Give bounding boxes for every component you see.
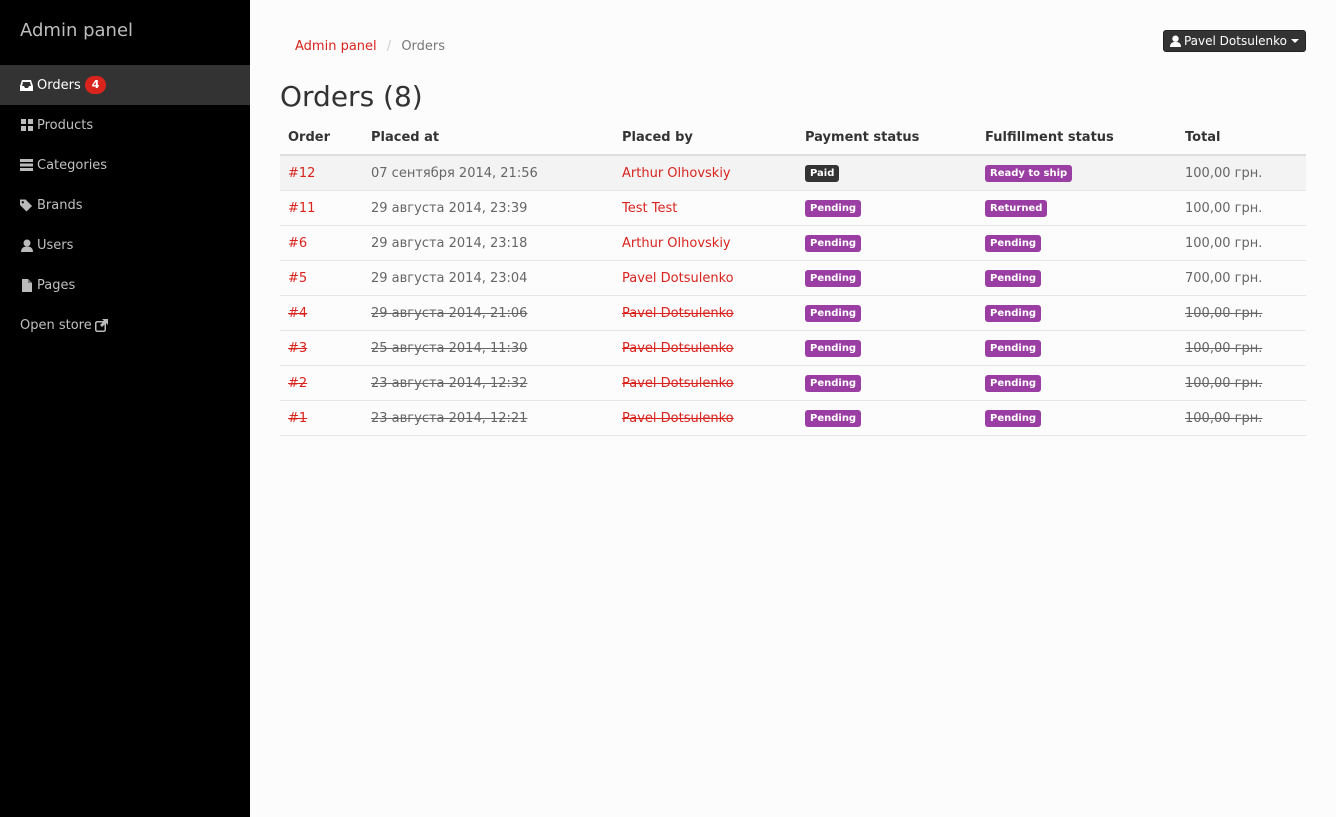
customer-link[interactable]: Pavel Dotsulenko <box>622 376 734 391</box>
total-cell: 100,00 грн. <box>1177 190 1306 226</box>
customer-link[interactable]: Pavel Dotsulenko <box>622 411 734 426</box>
sidebar-item-label: Open store <box>20 317 92 333</box>
order-link[interactable]: #4 <box>288 306 307 321</box>
customer-link[interactable]: Pavel Dotsulenko <box>622 271 734 286</box>
customer-link[interactable]: Test Test <box>622 201 677 216</box>
user-menu-button[interactable]: Pavel Dotsulenko <box>1162 30 1306 52</box>
placed-at-cell: 29 августа 2014, 21:06 <box>363 295 614 331</box>
customer-link[interactable]: Arthur Olhovskiy <box>622 166 731 181</box>
column-header-total: Total <box>1177 120 1306 156</box>
fulfillment-status-badge: Pending <box>985 234 1042 252</box>
breadcrumb: Admin panel / Orders <box>295 39 445 55</box>
external-link-icon <box>94 318 108 332</box>
tags-icon <box>20 198 33 212</box>
column-header-payment-status: Payment status <box>797 120 977 156</box>
sidebar-item-label: Pages <box>37 277 76 293</box>
sidebar: Admin panel Orders 4 Products Categories… <box>0 0 250 817</box>
fulfillment-status-badge: Ready to ship <box>985 164 1073 182</box>
placed-at-cell: 23 августа 2014, 12:32 <box>363 365 614 401</box>
user-name: Pavel Dotsulenko <box>1183 34 1287 48</box>
payment-status-badge: Pending <box>805 409 862 427</box>
order-link[interactable]: #6 <box>288 236 307 251</box>
column-header-fulfillment-status: Fulfillment status <box>977 120 1177 156</box>
main-content: Admin panel / Orders Pavel Dotsulenko Or… <box>250 0 1336 817</box>
customer-link[interactable]: Pavel Dotsulenko <box>622 341 734 356</box>
sidebar-item-open-store[interactable]: Open store <box>0 305 250 345</box>
sidebar-item-categories[interactable]: Categories <box>0 145 250 185</box>
table-row[interactable]: #11 29 августа 2014, 23:39 Test Test Pen… <box>280 190 1306 226</box>
placed-at-cell: 25 августа 2014, 11:30 <box>363 330 614 366</box>
file-icon <box>20 278 33 292</box>
column-header-placed-by: Placed by <box>614 120 797 156</box>
sidebar-item-label: Orders <box>37 77 81 93</box>
sidebar-item-label: Products <box>37 117 94 133</box>
sidebar-item-label: Brands <box>37 197 83 213</box>
order-link[interactable]: #3 <box>288 341 307 356</box>
total-cell: 100,00 грн. <box>1177 225 1306 261</box>
table-row[interactable]: #3 25 августа 2014, 11:30 Pavel Dotsulen… <box>280 330 1306 366</box>
user-icon <box>1169 35 1181 47</box>
user-icon <box>20 239 33 252</box>
order-link[interactable]: #1 <box>288 411 307 426</box>
grid-icon <box>20 119 33 132</box>
column-header-order: Order <box>280 120 363 156</box>
payment-status-badge: Pending <box>805 234 862 252</box>
payment-status-badge: Pending <box>805 304 862 322</box>
page-title: Orders (8) <box>280 80 423 113</box>
placed-at-cell: 29 августа 2014, 23:39 <box>363 190 614 226</box>
customer-link[interactable]: Pavel Dotsulenko <box>622 306 734 321</box>
chevron-down-icon <box>1291 39 1299 43</box>
orders-count-badge: 4 <box>84 76 107 94</box>
payment-status-badge: Pending <box>805 339 862 357</box>
sidebar-item-users[interactable]: Users <box>0 225 250 265</box>
table-row[interactable]: #2 23 августа 2014, 12:32 Pavel Dotsulen… <box>280 365 1306 401</box>
breadcrumb-separator: / <box>386 39 392 54</box>
total-cell: 100,00 грн. <box>1177 400 1306 436</box>
sidebar-item-brands[interactable]: Brands <box>0 185 250 225</box>
placed-at-cell: 07 сентября 2014, 21:56 <box>363 155 614 191</box>
order-link[interactable]: #2 <box>288 376 307 391</box>
placed-at-cell: 29 августа 2014, 23:18 <box>363 225 614 261</box>
list-icon <box>20 159 33 172</box>
order-link[interactable]: #12 <box>288 166 315 181</box>
table-row[interactable]: #1 23 августа 2014, 12:21 Pavel Dotsulen… <box>280 400 1306 436</box>
customer-link[interactable]: Arthur Olhovskiy <box>622 236 731 251</box>
total-cell: 100,00 грн. <box>1177 330 1306 366</box>
fulfillment-status-badge: Pending <box>985 339 1042 357</box>
fulfillment-status-badge: Returned <box>985 199 1048 217</box>
table-row[interactable]: #6 29 августа 2014, 23:18 Arthur Olhovsk… <box>280 225 1306 261</box>
sidebar-item-pages[interactable]: Pages <box>0 265 250 305</box>
table-row[interactable]: #5 29 августа 2014, 23:04 Pavel Dotsulen… <box>280 260 1306 296</box>
table-row[interactable]: #4 29 августа 2014, 21:06 Pavel Dotsulen… <box>280 295 1306 331</box>
sidebar-item-label: Categories <box>37 157 108 173</box>
table-header-row: Order Placed at Placed by Payment status… <box>280 120 1306 156</box>
payment-status-badge: Pending <box>805 269 862 287</box>
inbox-icon <box>20 79 33 92</box>
column-header-placed-at: Placed at <box>363 120 614 156</box>
sidebar-item-label: Users <box>37 237 74 253</box>
payment-status-badge: Pending <box>805 374 862 392</box>
sidebar-item-products[interactable]: Products <box>0 105 250 145</box>
breadcrumb-home-link[interactable]: Admin panel <box>295 39 377 54</box>
fulfillment-status-badge: Pending <box>985 269 1042 287</box>
total-cell: 100,00 грн. <box>1177 295 1306 331</box>
payment-status-badge: Paid <box>805 164 840 182</box>
fulfillment-status-badge: Pending <box>985 374 1042 392</box>
placed-at-cell: 23 августа 2014, 12:21 <box>363 400 614 436</box>
orders-table: Order Placed at Placed by Payment status… <box>280 120 1306 436</box>
total-cell: 100,00 грн. <box>1177 365 1306 401</box>
sidebar-item-orders[interactable]: Orders 4 <box>0 65 250 105</box>
order-link[interactable]: #5 <box>288 271 307 286</box>
total-cell: 700,00 грн. <box>1177 260 1306 296</box>
total-cell: 100,00 грн. <box>1177 155 1306 191</box>
table-row[interactable]: #12 07 сентября 2014, 21:56 Arthur Olhov… <box>280 155 1306 191</box>
breadcrumb-current: Orders <box>401 39 446 54</box>
payment-status-badge: Pending <box>805 199 862 217</box>
order-link[interactable]: #11 <box>288 201 315 216</box>
placed-at-cell: 29 августа 2014, 23:04 <box>363 260 614 296</box>
fulfillment-status-badge: Pending <box>985 409 1042 427</box>
fulfillment-status-badge: Pending <box>985 304 1042 322</box>
brand-title[interactable]: Admin panel <box>0 0 250 65</box>
